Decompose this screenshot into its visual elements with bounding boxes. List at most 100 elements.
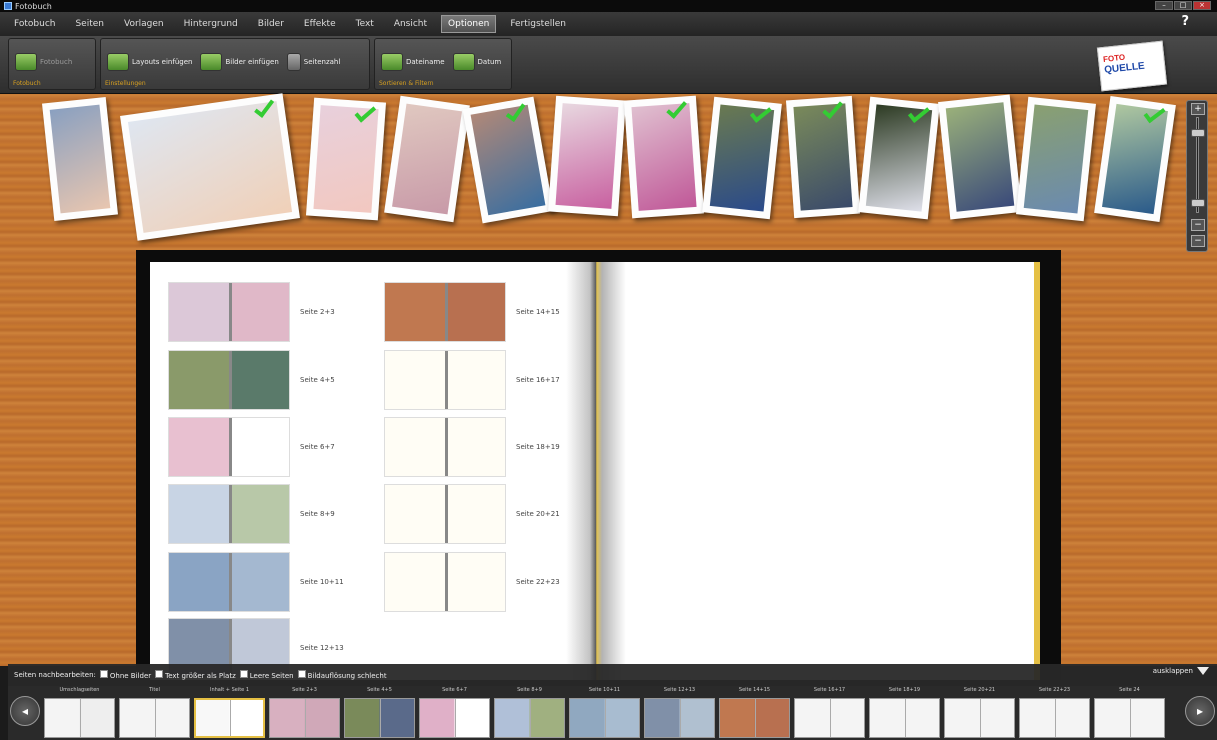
- toolbar-group-sortieren: Dateiname Datum Sortieren & Filtern: [374, 38, 512, 90]
- minimize-button[interactable]: –: [1155, 1, 1173, 10]
- tray-photo[interactable]: [462, 96, 554, 224]
- photo-image: [631, 103, 697, 211]
- strip-page-slot[interactable]: Seite 12+13: [642, 686, 717, 740]
- strip-page-slot[interactable]: Umschlagseiten: [42, 686, 117, 740]
- toc-thumbnail[interactable]: [384, 350, 506, 410]
- brand-logo: FOTO QUELLE: [1096, 40, 1168, 92]
- photo-image: [555, 103, 619, 209]
- zoom-out-button[interactable]: −: [1191, 235, 1205, 247]
- filter-text-overflow[interactable]: Text größer als Platz: [155, 670, 236, 680]
- zoom-slider[interactable]: + − −: [1186, 100, 1208, 252]
- checkbox[interactable]: [155, 670, 164, 678]
- help-button[interactable]: ?: [1181, 14, 1189, 29]
- menu-item[interactable]: Optionen: [441, 15, 497, 33]
- menu-item[interactable]: Hintergrund: [178, 16, 244, 32]
- toc-thumbnail[interactable]: [384, 552, 506, 612]
- strip-thumbnail: [269, 698, 340, 738]
- toc-thumbnail[interactable]: [384, 282, 506, 342]
- tray-photo[interactable]: [120, 93, 300, 241]
- strip-page-slot[interactable]: Seite 20+21: [942, 686, 1017, 740]
- book-icon: [15, 53, 37, 71]
- tray-photo[interactable]: [1016, 96, 1096, 222]
- strip-thumbnail: [419, 698, 490, 738]
- strip-thumbnail: [494, 698, 565, 738]
- tray-photo[interactable]: [42, 96, 118, 222]
- zoom-fit-button[interactable]: −: [1191, 219, 1205, 231]
- strip-page-slot[interactable]: Seite 4+5: [342, 686, 417, 740]
- strip-page-slot[interactable]: Seite 22+23: [1017, 686, 1092, 740]
- strip-page-slot[interactable]: Seite 14+15: [717, 686, 792, 740]
- sort-date-button[interactable]: Datum: [452, 53, 501, 71]
- toc-label: Seite 12+13: [300, 644, 344, 652]
- strip-thumbnail: [1019, 698, 1090, 738]
- menu-item[interactable]: Bilder: [252, 16, 290, 32]
- fotobuch-button[interactable]: Fotobuch: [15, 53, 72, 71]
- tray-photo[interactable]: [785, 95, 861, 219]
- strip-slot-label: Seite 10+11: [588, 687, 621, 693]
- tray-photo[interactable]: [384, 95, 470, 223]
- toc-thumbnail[interactable]: [384, 484, 506, 544]
- right-page[interactable]: [602, 262, 1040, 680]
- toc-thumbnail[interactable]: [168, 282, 290, 342]
- thumbnail-fold: [445, 485, 448, 543]
- tray-photo[interactable]: [858, 96, 940, 220]
- close-button[interactable]: ×: [1193, 1, 1211, 10]
- title-bar: Fotobuch – □ ×: [0, 0, 1217, 12]
- thumbnail-fold: [379, 699, 381, 737]
- sort-filename-button[interactable]: Dateiname: [381, 53, 445, 71]
- tray-photo[interactable]: [1094, 95, 1176, 223]
- checkbox[interactable]: [99, 670, 108, 678]
- toc-thumbnail[interactable]: [168, 350, 290, 410]
- insert-layouts-button[interactable]: Layouts einfügen: [107, 53, 192, 71]
- tray-photo[interactable]: [305, 97, 387, 221]
- strip-page-slot[interactable]: Titel: [117, 686, 192, 740]
- maximize-button[interactable]: □: [1174, 1, 1192, 10]
- insert-images-button[interactable]: Bilder einfügen: [200, 53, 279, 71]
- thumbnail-fold: [154, 699, 156, 737]
- expand-button[interactable]: ausklappen: [1153, 667, 1209, 675]
- strip-page-slot[interactable]: Seite 8+9: [492, 686, 567, 740]
- menu-item[interactable]: Ansicht: [388, 16, 433, 32]
- menu-item[interactable]: Seiten: [69, 16, 110, 32]
- menu-item[interactable]: Fotobuch: [8, 16, 61, 32]
- filter-empty-pages[interactable]: Leere Seiten: [239, 670, 294, 680]
- page-number-button[interactable]: Seitenzahl: [286, 53, 340, 71]
- filter-no-images[interactable]: Ohne Bilder: [99, 670, 151, 680]
- strip-page-slot[interactable]: Seite 6+7: [417, 686, 492, 740]
- left-page[interactable]: Seite 2+3 Seite 14+15 Seite 4+5 Seite 16+17…: [150, 262, 602, 680]
- strip-page-slot[interactable]: Seite 16+17: [792, 686, 867, 740]
- tray-photo[interactable]: [938, 94, 1022, 220]
- strip-thumbnail: [794, 698, 865, 738]
- menu-item[interactable]: Vorlagen: [118, 16, 170, 32]
- thumbnail-fold: [229, 700, 231, 736]
- tray-photo[interactable]: [702, 96, 782, 220]
- toc-thumbnail[interactable]: [168, 552, 290, 612]
- checkbox[interactable]: [297, 670, 306, 678]
- filter-low-resolution[interactable]: Bildauflösung schlecht: [297, 670, 387, 680]
- strip-page-slot[interactable]: Inhalt + Seite 1: [192, 686, 267, 740]
- tray-photo[interactable]: [548, 95, 626, 217]
- strip-next-button[interactable]: ▸: [1185, 696, 1215, 726]
- thumbnail-page: [445, 485, 505, 543]
- photo-image: [313, 105, 379, 213]
- toc-thumbnail[interactable]: [168, 417, 290, 477]
- zoom-in-button[interactable]: +: [1191, 103, 1205, 115]
- menu-item[interactable]: Fertigstellen: [504, 16, 572, 32]
- menu-item[interactable]: Text: [350, 16, 380, 32]
- toc-label: Seite 18+19: [516, 443, 560, 451]
- thumbnail-fold: [229, 351, 232, 409]
- tray-photo[interactable]: [623, 95, 705, 219]
- toc-thumbnail[interactable]: [168, 484, 290, 544]
- strip-page-slot[interactable]: Seite 24: [1092, 686, 1167, 740]
- app-icon: [4, 2, 12, 10]
- zoom-handle[interactable]: [1191, 199, 1205, 207]
- strip-page-slot[interactable]: Seite 10+11: [567, 686, 642, 740]
- menu-item[interactable]: Effekte: [298, 16, 342, 32]
- app-window: Fotobuch – □ × Fotobuch Seiten Vorlagen Hin…: [0, 0, 1217, 740]
- strip-page-slot[interactable]: Seite 18+19: [867, 686, 942, 740]
- strip-page-slot[interactable]: Seite 2+3: [267, 686, 342, 740]
- strip-prev-button[interactable]: ◂: [10, 696, 40, 726]
- checkbox[interactable]: [239, 670, 248, 678]
- toc-thumbnail[interactable]: [384, 417, 506, 477]
- zoom-handle[interactable]: [1191, 129, 1205, 137]
